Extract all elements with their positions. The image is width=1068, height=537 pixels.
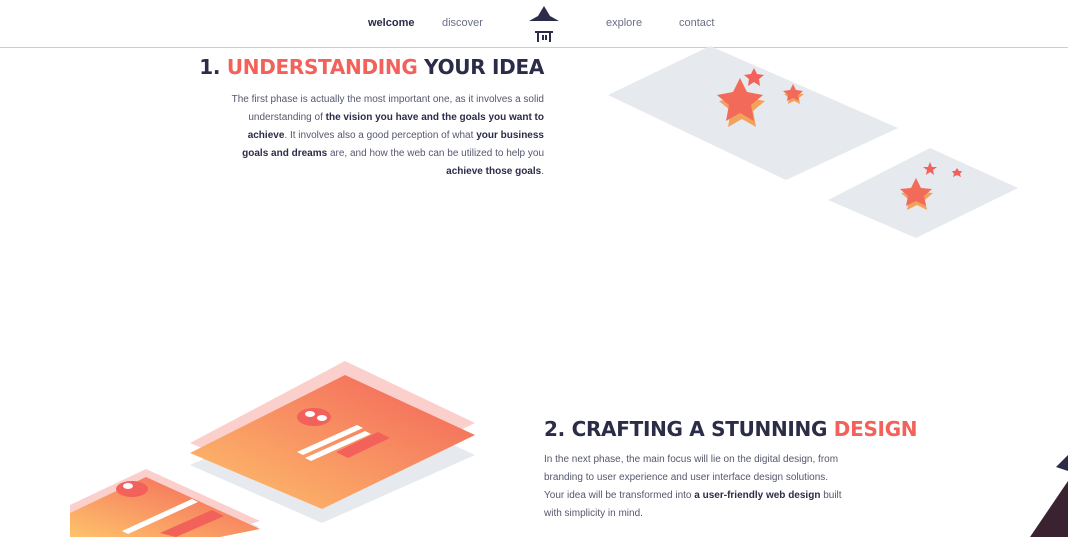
text-span: .	[541, 166, 544, 177]
bold-span: a user-friendly web design	[694, 490, 821, 501]
text-span: are, and how the web can be utilized to …	[327, 148, 544, 159]
stars-illustration	[608, 46, 1018, 238]
section-1-paragraph: The first phase is actually the most imp…	[224, 91, 544, 181]
large-card	[190, 375, 475, 509]
design-illustration	[70, 361, 475, 537]
section-1-heading-accent: UNDERSTANDING	[226, 55, 418, 79]
nav-discover-link[interactable]: discover	[442, 17, 483, 29]
section-1-number: 1.	[199, 55, 221, 79]
section-2-heading-main: 2. CRAFTING A STUNNING	[544, 417, 828, 441]
small-card-avatar	[116, 481, 148, 497]
corner-decoration	[1030, 455, 1068, 537]
section-2-heading-accent: DESIGN	[833, 417, 918, 441]
nav-contact-link[interactable]: contact	[679, 17, 714, 29]
section-1-heading: 1. UNDERSTANDING YOUR IDEA	[199, 55, 544, 79]
pagoda-logo-icon[interactable]	[527, 4, 561, 44]
bold-span: achieve those goals	[446, 166, 542, 177]
nav-welcome-link[interactable]: welcome	[368, 17, 414, 29]
large-card-avatar-dot	[317, 415, 327, 421]
large-card-avatar-dot	[305, 411, 315, 417]
small-card	[70, 477, 260, 537]
section-1-heading-rest: YOUR IDEA	[424, 55, 544, 79]
section-2-paragraph: In the next phase, the main focus will l…	[544, 451, 844, 523]
section-2-heading: 2. CRAFTING A STUNNING DESIGN	[544, 417, 918, 441]
nav-explore-link[interactable]: explore	[606, 17, 642, 29]
small-card-avatar-dot	[123, 483, 133, 489]
text-span: . It involves also a good perception of …	[284, 130, 477, 141]
